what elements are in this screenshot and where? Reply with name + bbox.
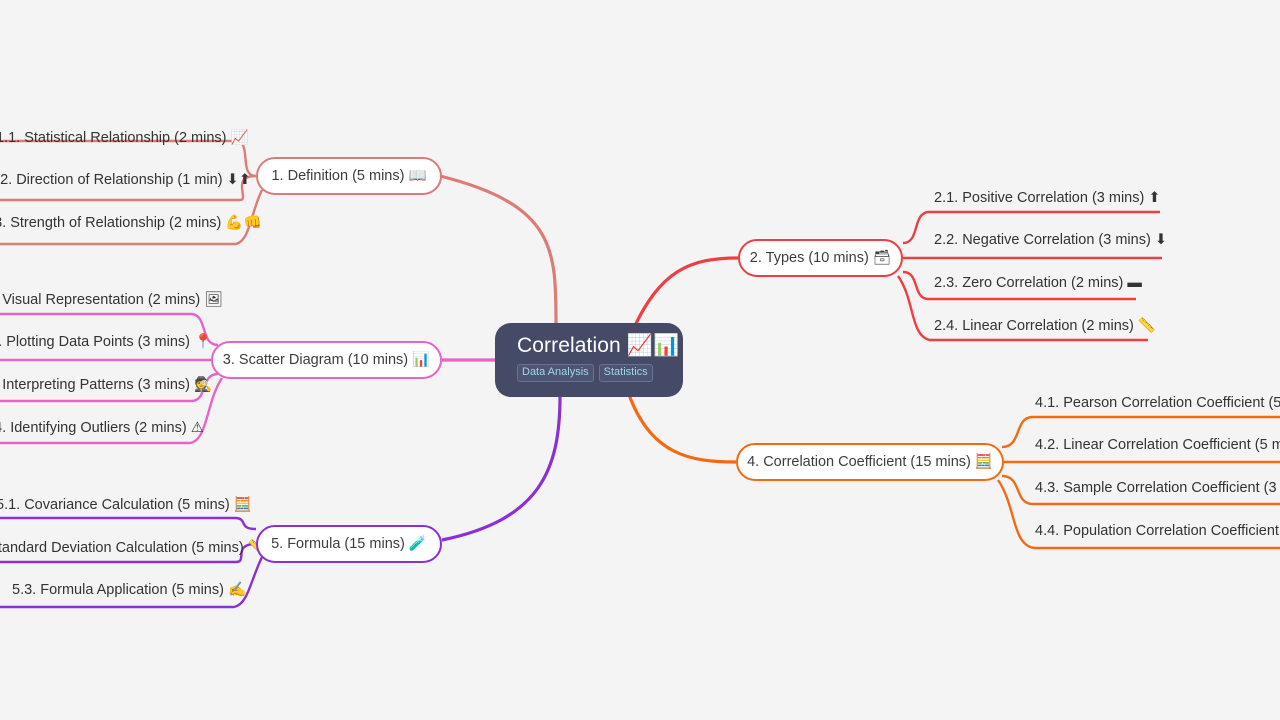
branch-label-types: 2. Types (10 mins) 🗃	[749, 250, 892, 266]
leaf-types-4[interactable]: 2.4. Linear Correlation (2 mins) 📏	[934, 318, 1156, 335]
link-formula-child-1	[0, 516, 257, 531]
root-title: Correlation 📈📊	[517, 334, 680, 357]
link-root-formula	[441, 395, 562, 542]
leaf-label: 2.3. Zero Correlation (2 mins) ▬	[934, 275, 1142, 291]
leaf-label: 3.1. Visual Representation (2 mins) 🖼	[0, 292, 223, 308]
leaf-label: 2.4. Linear Correlation (2 mins) 📏	[934, 318, 1156, 334]
leaf-formula-3[interactable]: 5.3. Formula Application (5 mins) ✍	[12, 582, 246, 599]
leaf-types-3[interactable]: 2.3. Zero Correlation (2 mins) ▬	[934, 275, 1142, 292]
leaf-label: 1.2. Direction of Relationship (1 min) ⬇…	[0, 172, 251, 188]
leaf-label: 4.1. Pearson Correlation Coefficient (5 …	[1035, 395, 1280, 411]
leaf-scatter-3[interactable]: 3.3. Interpreting Patterns (3 mins) 🕵	[0, 377, 212, 394]
link-root-types	[630, 256, 739, 333]
branch-node-scatter-diagram[interactable]: 3. Scatter Diagram (10 mins) 📊	[211, 341, 442, 379]
branch-label-scatter-diagram: 3. Scatter Diagram (10 mins) 📊	[222, 352, 431, 368]
mindmap-canvas: Correlation 📈📊 Data Analysis Statistics …	[0, 0, 1280, 720]
link-root-definition	[439, 174, 558, 326]
link-root-coefficient	[626, 391, 737, 464]
leaf-scatter-1[interactable]: 3.1. Visual Representation (2 mins) 🖼	[0, 292, 223, 309]
leaf-label: 1.3. Strength of Relationship (2 mins) 💪…	[0, 215, 262, 231]
root-tag-data-analysis[interactable]: Data Analysis	[517, 364, 594, 382]
leaf-label: 4.4. Population Correlation Coefficient …	[1035, 523, 1280, 539]
leaf-label: 4.2. Linear Correlation Coefficient (5 m…	[1035, 437, 1280, 453]
leaf-label: 5.1. Covariance Calculation (5 mins) 🧮	[0, 497, 252, 513]
leaf-label: 2.1. Positive Correlation (3 mins) ⬆	[934, 190, 1161, 206]
leaf-definition-2[interactable]: 1.2. Direction of Relationship (1 min) ⬇…	[0, 172, 251, 189]
leaf-types-1[interactable]: 2.1. Positive Correlation (3 mins) ⬆	[934, 190, 1161, 207]
leaf-scatter-2[interactable]: 3.2. Plotting Data Points (3 mins) 📍	[0, 334, 212, 351]
leaf-label: 5.3. Formula Application (5 mins) ✍	[12, 582, 247, 598]
leaf-definition-1[interactable]: 1.1. Statistical Relationship (2 mins) 📈	[0, 130, 249, 147]
leaf-types-2[interactable]: 2.2. Negative Correlation (3 mins) ⬇	[934, 232, 1167, 249]
leaf-coefficient-3[interactable]: 4.3. Sample Correlation Coefficient (3 m…	[1035, 480, 1280, 497]
branch-label-formula: 5. Formula (15 mins) 🧪	[271, 536, 427, 552]
branch-node-correlation-coefficient[interactable]: 4. Correlation Coefficient (15 mins) 🧮	[736, 443, 1004, 481]
leaf-definition-3[interactable]: 1.3. Strength of Relationship (2 mins) 💪…	[0, 215, 262, 232]
leaf-formula-2[interactable]: 5.2. Standard Deviation Calculation (5 m…	[0, 540, 266, 557]
branch-node-types[interactable]: 2. Types (10 mins) 🗃	[738, 239, 903, 277]
root-tags: Data Analysis Statistics	[517, 364, 683, 382]
leaf-label: 1.1. Statistical Relationship (2 mins) 📈	[0, 130, 249, 146]
leaf-coefficient-1[interactable]: 4.1. Pearson Correlation Coefficient (5 …	[1035, 395, 1280, 412]
leaf-scatter-4[interactable]: 3.4. Identifying Outliers (2 mins) ⚠	[0, 420, 204, 437]
leaf-label: 3.4. Identifying Outliers (2 mins) ⚠	[0, 420, 204, 436]
branch-node-definition[interactable]: 1. Definition (5 mins) 📖	[256, 157, 442, 195]
leaf-label: 3.3. Interpreting Patterns (3 mins) 🕵	[0, 377, 213, 393]
root-tag-statistics[interactable]: Statistics	[598, 364, 653, 382]
leaf-label: 4.3. Sample Correlation Coefficient (3 m…	[1035, 480, 1280, 496]
branch-node-formula[interactable]: 5. Formula (15 mins) 🧪	[256, 525, 442, 563]
leaf-coefficient-4[interactable]: 4.4. Population Correlation Coefficient …	[1035, 523, 1280, 540]
leaf-label: 3.2. Plotting Data Points (3 mins) 📍	[0, 334, 213, 350]
leaf-label: 2.2. Negative Correlation (3 mins) ⬇	[934, 232, 1167, 248]
branch-label-definition: 1. Definition (5 mins) 📖	[271, 168, 427, 184]
leaf-coefficient-2[interactable]: 4.2. Linear Correlation Coefficient (5 m…	[1035, 437, 1280, 454]
root-node[interactable]: Correlation 📈📊 Data Analysis Statistics	[495, 323, 683, 397]
leaf-formula-1[interactable]: 5.1. Covariance Calculation (5 mins) 🧮	[0, 497, 252, 514]
leaf-label: 5.2. Standard Deviation Calculation (5 m…	[0, 540, 266, 556]
branch-label-correlation-coefficient: 4. Correlation Coefficient (15 mins) 🧮	[747, 454, 993, 470]
